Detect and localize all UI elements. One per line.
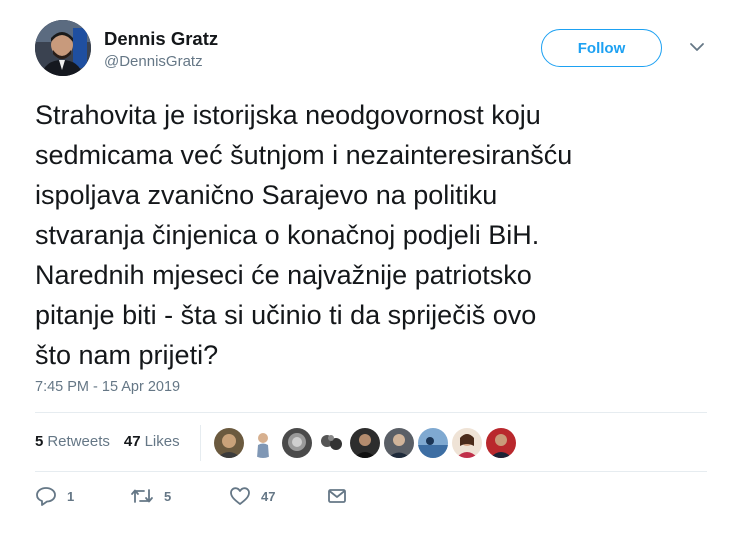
author-handle[interactable]: @DennisGratz <box>104 53 203 70</box>
retweeter-avatar[interactable] <box>214 428 244 458</box>
retweets-label: Retweets <box>47 433 110 450</box>
reply-button[interactable]: 1 <box>35 486 130 506</box>
likes-count: 47 <box>123 433 141 450</box>
divider <box>35 412 707 413</box>
retweeter-avatar[interactable] <box>418 428 448 458</box>
likes-stat[interactable]: 47 Likes <box>124 433 180 450</box>
retweet-button[interactable]: 5 <box>130 487 229 505</box>
retweets-count: 5 <box>35 433 44 450</box>
retweeter-avatar[interactable] <box>248 428 278 458</box>
stats-divider <box>200 425 201 461</box>
direct-message-button[interactable] <box>327 488 347 504</box>
reply-count: 1 <box>67 488 75 504</box>
avatar[interactable] <box>35 20 91 76</box>
heart-icon <box>230 487 250 505</box>
like-count: 47 <box>261 488 276 504</box>
retweeter-avatars <box>214 428 520 458</box>
retweeter-avatar[interactable] <box>486 428 516 458</box>
retweet-count: 5 <box>164 488 172 504</box>
chevron-down-icon[interactable] <box>688 40 706 54</box>
retweeter-avatar[interactable] <box>384 428 414 458</box>
likes-label: Likes <box>144 433 180 450</box>
like-button[interactable]: 47 <box>229 486 327 506</box>
follow-button[interactable]: Follow <box>541 29 662 67</box>
divider <box>35 471 707 472</box>
retweeter-avatar[interactable] <box>452 428 482 458</box>
tweet-actions: 1 5 47 <box>35 486 347 506</box>
retweeter-avatar[interactable] <box>282 428 312 458</box>
retweeter-avatar[interactable] <box>316 428 346 458</box>
avatar-image <box>35 20 91 76</box>
tweet-text: Strahovita je istorijska neodgovornost k… <box>35 100 573 370</box>
retweeter-avatar[interactable] <box>350 428 380 458</box>
retweet-icon <box>131 489 153 503</box>
tweet-stats: 5 Retweets 47 Likes <box>35 433 194 450</box>
reply-icon <box>36 487 56 506</box>
message-icon <box>328 489 346 503</box>
retweets-stat[interactable]: 5 Retweets <box>35 433 110 450</box>
author-name[interactable]: Dennis Gratz <box>104 28 218 50</box>
tweet-timestamp[interactable]: 7:45 PM - 15 Apr 2019 <box>35 379 180 395</box>
